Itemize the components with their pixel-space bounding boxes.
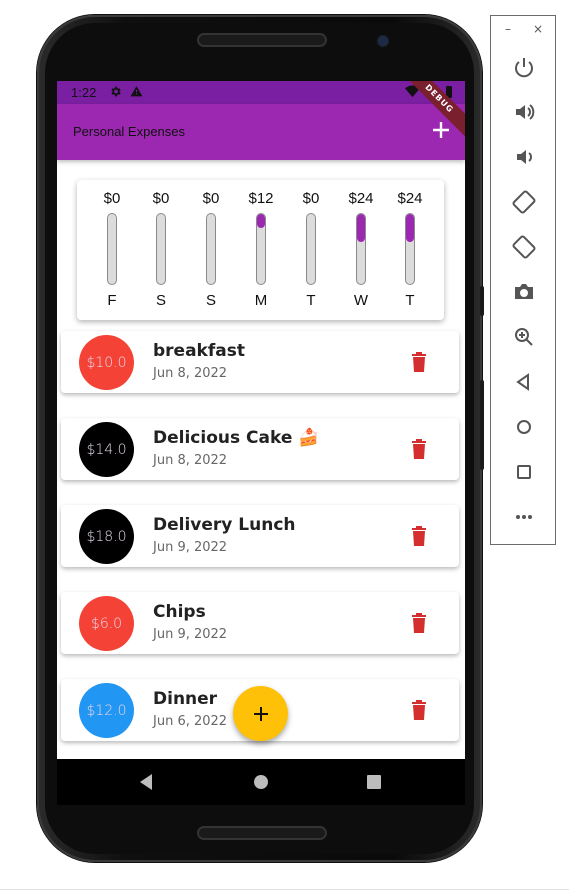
recents-icon[interactable] [363,771,385,793]
bar-fill [257,214,265,228]
bar-amount-label: $0 [103,190,121,207]
trash-icon [412,613,426,633]
weekly-chart: $0 F $0 S $0 S $12 M $0 T $24 W $24 T [77,180,444,320]
bar-day-label: M [254,292,268,309]
bar-track [206,213,216,285]
home-icon[interactable] [250,771,272,793]
volume-up-icon[interactable] [511,99,537,125]
zoom-icon[interactable] [511,324,537,350]
amount-avatar: $10.0 [79,335,134,390]
amount-avatar: $6.0 [79,596,134,651]
amount-avatar: $14.0 [79,422,134,477]
transaction-date: Jun 9, 2022 [153,540,228,555]
front-camera [378,36,388,46]
amount-avatar: $18.0 [79,509,134,564]
bar-amount-label: $24 [348,190,374,207]
app-bar: Personal Expenses [57,104,465,160]
bar-track [356,213,366,285]
plus-icon [253,706,268,721]
transaction-date: Jun 9, 2022 [153,627,228,642]
bar-track [306,213,316,285]
trash-icon [412,352,426,372]
camera-icon[interactable] [511,279,537,305]
android-nav-bar [57,759,465,805]
status-bar: 1:22 [57,81,465,104]
bar-track [256,213,266,285]
bar-fill [357,214,365,242]
bar-track [405,213,415,285]
app-title: Personal Expenses [73,124,186,139]
trash-icon [412,700,426,720]
transaction-date: Jun 6, 2022 [153,714,228,729]
minimize-button[interactable]: – [505,22,511,36]
rotate-left-icon[interactable] [511,189,537,215]
bar-amount-label: $12 [248,190,274,207]
transaction-title: Delivery Lunch [153,515,296,535]
alert-icon [130,85,143,101]
transaction-date: Jun 8, 2022 [153,366,228,381]
back-icon[interactable] [136,771,158,793]
bottom-speaker [197,826,327,840]
bar-amount-label: $24 [397,190,423,207]
emulator-toolbar: – × [490,15,556,545]
bar-day-label: S [155,292,166,309]
rotate-right-icon[interactable] [511,234,537,260]
transaction-date: Jun 8, 2022 [153,453,228,468]
bar-day-label: T [306,292,316,309]
bar-day-label: S [205,292,216,309]
home-icon[interactable] [511,414,537,440]
bar-day-label: W [353,292,369,309]
amount-avatar: $12.0 [79,683,134,738]
volume-side-button [480,380,484,470]
bar-amount-label: $0 [152,190,170,207]
window-bottom-border [0,889,569,890]
bar-day-label: F [107,292,117,309]
trash-icon [412,439,426,459]
back-icon[interactable] [511,369,537,395]
power-side-button [480,286,484,316]
bar-track [107,213,117,285]
transaction-title: breakfast [153,341,245,361]
delete-button[interactable] [410,699,428,721]
settings-icon [109,85,122,101]
transaction-title: Dinner [153,689,218,709]
overview-icon[interactable] [511,459,537,485]
bar-amount-label: $0 [202,190,220,207]
delete-button[interactable] [410,351,428,373]
transaction-title: Chips [153,602,206,622]
status-time: 1:22 [71,85,97,100]
volume-down-icon[interactable] [511,144,537,170]
transaction-card[interactable]: $6.0 Chips Jun 9, 2022 [61,592,459,654]
floating-add-button[interactable] [233,686,288,741]
more-icon[interactable] [511,504,537,530]
close-button[interactable]: × [533,22,543,36]
bar-track [156,213,166,285]
delete-button[interactable] [410,612,428,634]
delete-button[interactable] [410,438,428,460]
bar-day-label: T [405,292,415,309]
bar-amount-label: $0 [302,190,320,207]
trash-icon [412,526,426,546]
transaction-title: Delicious Cake 🍰 [153,428,320,448]
bar-fill [406,214,414,242]
transaction-card[interactable]: $10.0 breakfast Jun 8, 2022 [61,331,459,393]
power-icon[interactable] [511,54,537,80]
top-speaker [197,33,327,47]
transaction-card[interactable]: $18.0 Delivery Lunch Jun 9, 2022 [61,505,459,567]
phone-screen: 1:22 Personal Expenses DEBUG $0 F $0 S $0 S $1… [57,81,465,759]
delete-button[interactable] [410,525,428,547]
transaction-card[interactable]: $14.0 Delicious Cake 🍰 Jun 8, 2022 [61,418,459,480]
